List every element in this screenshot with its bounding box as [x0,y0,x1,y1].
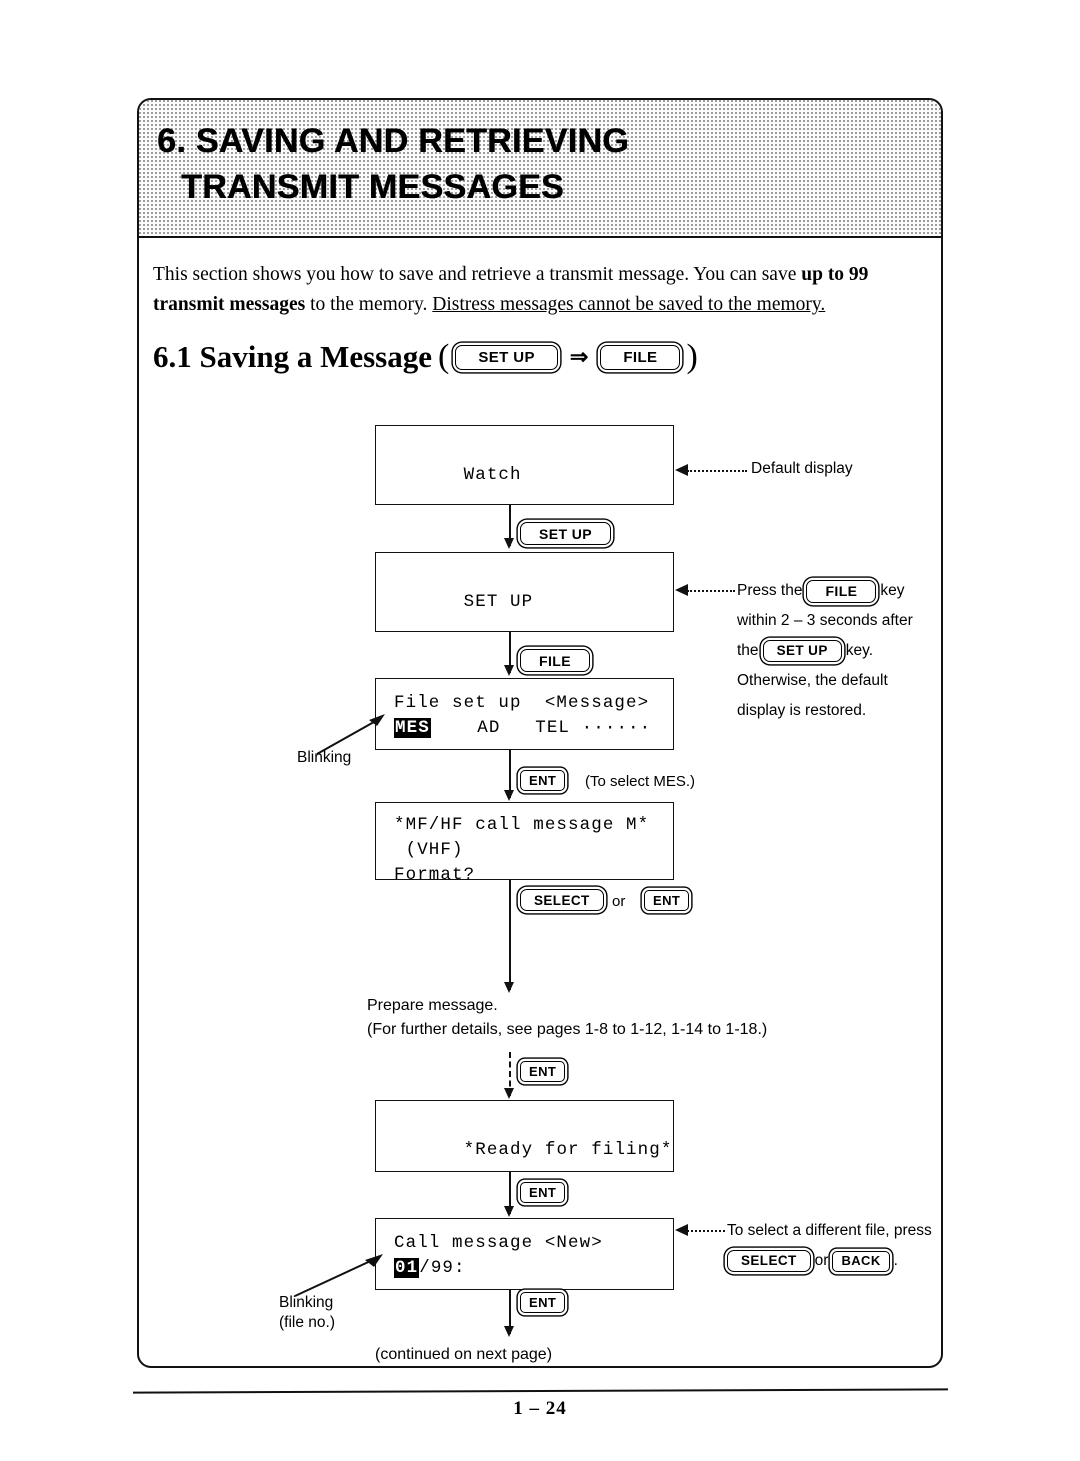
continued-next-page-text: (continued on next page) [375,1346,553,1363]
annotation-select-different-file: To select a different file, press SELECT… [727,1218,1017,1274]
flow-arrowhead-4 [503,982,514,993]
annotation-default-display: Default display [751,460,853,477]
key-setup-note[interactable]: SET UP [762,640,842,662]
lcd-box-call-format-line-1: *MF/HF call message M* [394,815,650,835]
file-note-text-3: within 2 – 3 seconds after [737,612,913,629]
file-note-text-2: key [880,582,905,599]
key-ent-step-6[interactable]: ENT [520,1182,566,1203]
file-note-text-4: the [737,642,759,659]
file-note-text-7: display is restored. [737,702,867,719]
footer-divider-rule [132,1388,949,1394]
file-note-text-1: Press the [737,582,803,599]
or-label-select-file: or [814,1252,829,1269]
procedure-flow-diagram: Watch Default display SET UP SET UP Pres… [139,100,941,1366]
lcd-box-setup-line-1: SET UP [463,592,534,612]
flow-arrowhead-6 [503,1206,514,1217]
lcd-inverse-mes: MES [394,718,431,738]
flow-line-4 [509,880,511,990]
annotation-file-key-note: Press the FILE key within 2 – 3 seconds … [737,578,1037,724]
key-ent-step-7[interactable]: ENT [520,1292,566,1313]
annotation-select-mes: (To select MES.) [585,773,696,790]
key-file-note[interactable]: FILE [806,579,877,603]
lcd-box-call-format: *MF/HF call message M* (VHF) Format? [375,802,674,885]
lcd-box-call-format-line-2: (VHF) [394,840,464,860]
flow-arrowhead-3 [503,790,514,801]
key-back-note[interactable]: BACK [832,1250,890,1272]
key-setup-step-1[interactable]: SET UP [520,522,611,545]
lcd-box-call-message-line-2-rest: /99: [419,1258,466,1278]
lcd-box-setup: SET UP [375,552,674,632]
key-select-note[interactable]: SELECT [727,1250,811,1272]
lcd-box-call-message-line-1: Call message <New> [394,1233,603,1253]
leader-dots-3 [687,1230,725,1232]
blinking-label-2: Blinking (file no.) [279,1294,335,1331]
lcd-box-call-format-line-3: Format? [394,865,476,885]
or-label-step-4: or [612,893,626,910]
page-content-frame: 6. SAVING AND RETRIEVING TRANSMIT MESSAGE… [137,98,943,1368]
lcd-box-file-setup-line-2-rest: AD TEL ······ [430,718,652,738]
lcd-box-call-message-new: Call message <New> 01/99: [375,1218,674,1290]
file-note-text-5: key. [845,642,874,659]
flow-arrowhead-7 [503,1326,514,1337]
flow-arrowhead-5 [503,1088,514,1099]
flow-arrowhead-1 [503,538,514,549]
key-ent-step-5[interactable]: ENT [520,1061,566,1082]
select-file-period: . [893,1252,898,1269]
prepare-message-text: Prepare message. (For further details, s… [367,997,768,1038]
leader-select-file-note [675,1224,725,1236]
key-ent-step-3[interactable]: ENT [520,770,566,791]
blinking-label-1: Blinking [297,749,352,766]
lcd-box-file-setup: File set up <Message> MES AD TEL ······ [375,678,674,750]
key-select-step-4[interactable]: SELECT [520,889,604,911]
page-number: 1 – 24 [513,1398,567,1419]
lcd-box-ready-filing-line-1: *Ready for filing* [463,1140,673,1160]
lcd-inverse-file-no: 01 [394,1258,420,1278]
lcd-box-file-setup-line-1: File set up <Message> [394,693,650,713]
leader-default-display [675,464,747,476]
select-file-text-1: To select a different file, press [727,1222,932,1239]
leader-dots-2 [687,590,735,592]
lcd-box-watch-line-1: Watch [463,465,522,485]
flow-arrowhead-2 [503,665,514,676]
key-ent-step-4[interactable]: ENT [644,890,690,911]
file-note-text-6: Otherwise, the default [737,672,888,689]
lcd-box-ready-filing: *Ready for filing* [375,1100,674,1172]
key-file-step-2[interactable]: FILE [520,649,590,672]
lcd-box-watch: Watch [375,425,674,505]
leader-dots [687,470,747,472]
leader-file-note [675,584,735,596]
